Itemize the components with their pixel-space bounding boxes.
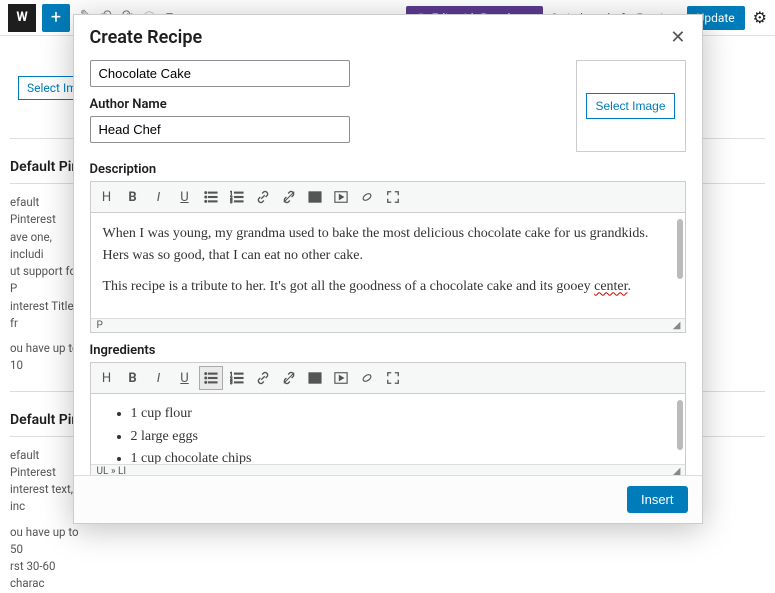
bg-text: rst 30-60 charac bbox=[10, 558, 80, 593]
italic-icon[interactable]: I bbox=[147, 366, 171, 390]
description-editor: H B I U 123 Wh bbox=[90, 181, 686, 333]
video-icon[interactable] bbox=[329, 366, 353, 390]
fullscreen-icon[interactable] bbox=[381, 185, 405, 209]
heading-icon[interactable]: H bbox=[95, 185, 119, 209]
author-name-label: Author Name bbox=[90, 97, 556, 112]
numbered-list-icon[interactable]: 123 bbox=[225, 185, 249, 209]
image-icon[interactable] bbox=[303, 366, 327, 390]
description-label: Description bbox=[90, 162, 686, 177]
ingredients-label: Ingredients bbox=[90, 343, 686, 358]
adv-link-icon[interactable] bbox=[355, 185, 379, 209]
underline-icon[interactable]: U bbox=[173, 185, 197, 209]
rte-toolbar: H B I U 123 bbox=[91, 182, 685, 213]
resize-handle-icon[interactable]: ◢ bbox=[673, 320, 679, 331]
rte-path: UL » LI bbox=[97, 466, 127, 475]
list-item: 1 cup chocolate chips bbox=[131, 448, 673, 464]
underline-icon[interactable]: U bbox=[173, 366, 197, 390]
list-item: 1 cup flour bbox=[131, 403, 673, 425]
list-item: 2 large eggs bbox=[131, 426, 673, 448]
modal-body[interactable]: Author Name Select Image Description H B… bbox=[74, 56, 702, 475]
ingredients-textarea[interactable]: 1 cup flour 2 large eggs 1 cup chocolate… bbox=[91, 394, 685, 464]
rte-toolbar: H B I U 123 bbox=[91, 363, 685, 394]
svg-text:3: 3 bbox=[230, 200, 233, 204]
rte-path: P bbox=[97, 320, 103, 331]
ingredients-editor: H B I U 123 bbox=[90, 362, 686, 475]
scrollbar-thumb[interactable] bbox=[677, 400, 683, 450]
unlink-icon[interactable] bbox=[277, 185, 301, 209]
modal-overlay: Create Recipe ✕ Author Name Select Image… bbox=[0, 0, 775, 531]
heading-icon[interactable]: H bbox=[95, 366, 119, 390]
author-name-input[interactable] bbox=[90, 116, 350, 143]
link-icon[interactable] bbox=[251, 185, 275, 209]
scrollbar-thumb[interactable] bbox=[677, 219, 683, 279]
image-icon[interactable] bbox=[303, 185, 327, 209]
resize-handle-icon[interactable]: ◢ bbox=[673, 466, 679, 475]
modal-footer: Insert bbox=[74, 475, 702, 523]
close-icon[interactable]: ✕ bbox=[670, 27, 685, 48]
fullscreen-icon[interactable] bbox=[381, 366, 405, 390]
numbered-list-icon[interactable]: 123 bbox=[225, 366, 249, 390]
link-icon[interactable] bbox=[251, 366, 275, 390]
bullet-list-icon[interactable] bbox=[199, 366, 223, 390]
unlink-icon[interactable] bbox=[277, 366, 301, 390]
italic-icon[interactable]: I bbox=[147, 185, 171, 209]
bold-icon[interactable]: B bbox=[121, 185, 145, 209]
create-recipe-modal: Create Recipe ✕ Author Name Select Image… bbox=[73, 14, 703, 524]
adv-link-icon[interactable] bbox=[355, 366, 379, 390]
select-image-button[interactable]: Select Image bbox=[586, 93, 674, 119]
bullet-list-icon[interactable] bbox=[199, 185, 223, 209]
recipe-name-input[interactable] bbox=[90, 60, 350, 87]
svg-text:3: 3 bbox=[230, 381, 233, 385]
video-icon[interactable] bbox=[329, 185, 353, 209]
modal-title: Create Recipe bbox=[90, 27, 203, 48]
insert-button[interactable]: Insert bbox=[627, 486, 688, 513]
description-textarea[interactable]: When I was young, my grandma used to bak… bbox=[91, 213, 685, 318]
recipe-image-box: Select Image bbox=[576, 60, 686, 152]
bold-icon[interactable]: B bbox=[121, 366, 145, 390]
